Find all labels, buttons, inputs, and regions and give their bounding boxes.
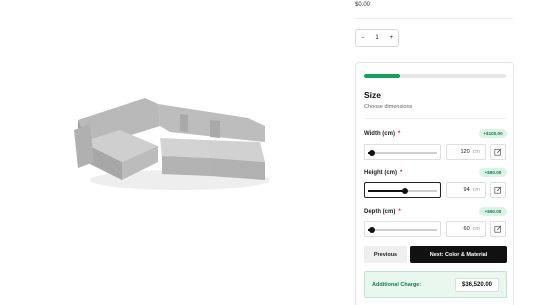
height-price-badge: +$80.00 xyxy=(479,168,507,177)
depth-slider-handle[interactable] xyxy=(369,226,376,233)
divider xyxy=(364,118,506,119)
width-value-field[interactable]: 120 cm xyxy=(446,144,486,160)
step-progress-fill xyxy=(364,74,400,78)
depth-value-field[interactable]: 60 cm xyxy=(446,221,486,237)
step-title: Size xyxy=(364,90,382,100)
depth-label: Depth (cm) * xyxy=(364,209,401,215)
additional-charge-box: Additional Charge: $36,520.00 xyxy=(364,271,507,298)
width-slider-handle[interactable] xyxy=(369,149,376,156)
width-edit-button[interactable] xyxy=(490,144,506,160)
additional-charge-value: $36,520.00 xyxy=(455,278,499,292)
pencil-square-icon xyxy=(494,148,502,156)
width-label: Width (cm) * xyxy=(364,131,401,137)
height-value-field[interactable]: 94 cm xyxy=(446,182,486,198)
depth-slider[interactable] xyxy=(364,221,441,237)
height-label: Height (cm) * xyxy=(364,170,403,176)
product-image-area xyxy=(0,0,340,305)
previous-button[interactable]: Previous xyxy=(364,246,407,263)
width-price-badge: +$100.00 xyxy=(479,129,507,138)
depth-edit-button[interactable] xyxy=(490,221,506,237)
pencil-square-icon xyxy=(494,186,502,194)
next-button[interactable]: Next: Color & Material xyxy=(410,246,507,263)
increment-button[interactable]: + xyxy=(389,35,393,41)
decrement-button[interactable]: − xyxy=(361,35,365,41)
height-edit-button[interactable] xyxy=(490,182,506,198)
height-slider[interactable] xyxy=(364,182,441,198)
configurator-panel: Size Choose dimensions Width (cm) * +$100… xyxy=(355,62,514,305)
sofa-image xyxy=(74,98,270,190)
divider xyxy=(355,18,513,19)
width-slider[interactable] xyxy=(364,144,441,160)
height-slider-handle[interactable] xyxy=(401,187,408,194)
step-subtitle: Choose dimensions xyxy=(364,104,413,110)
quantity-value[interactable]: 1 xyxy=(375,35,378,41)
depth-price-badge: +$90.00 xyxy=(479,207,507,216)
product-price: $0.00 xyxy=(355,2,371,8)
additional-charge-label: Additional Charge: xyxy=(372,282,422,288)
pencil-square-icon xyxy=(494,225,502,233)
quantity-stepper[interactable]: − 1 + xyxy=(355,29,399,47)
step-progress-bar xyxy=(364,74,506,78)
